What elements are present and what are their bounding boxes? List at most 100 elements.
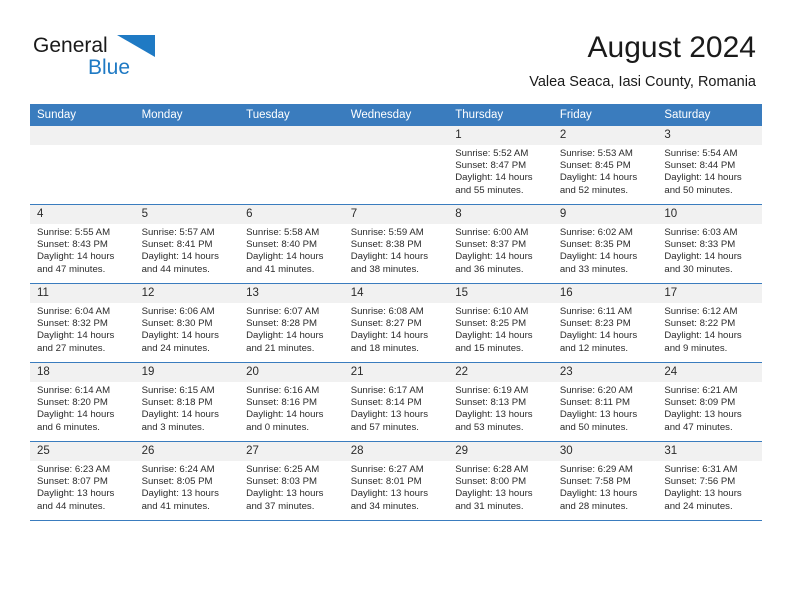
daylight-text-line2: and 3 minutes.: [141, 421, 205, 433]
sunrise-text: Sunrise: 6:19 AM: [455, 385, 529, 396]
daylight-text-line1: Daylight: 13 hours: [350, 409, 429, 421]
calendar-day-cell[interactable]: 30 Sunrise: 6:29 AM Sunset: 7:58 PM Dayligh…: [552, 441, 658, 521]
daylight-text-line2: and 24 minutes.: [141, 342, 210, 354]
sunset-text: Sunset: 8:38 PM: [350, 239, 422, 251]
sunset-text: Sunset: 8:14 PM: [350, 397, 422, 409]
day-number: 3: [657, 126, 762, 145]
calendar-day-cell[interactable]: 18 Sunrise: 6:14 AM Sunset: 8:20 PM Dayligh…: [30, 362, 135, 442]
calendar-day-cell[interactable]: 3 Sunrise: 5:54 AM Sunset: 8:44 PM Daylight…: [657, 126, 762, 205]
daylight-text-line1: Daylight: 14 hours: [455, 251, 533, 263]
daylight-text-line2: and 31 minutes.: [455, 500, 524, 512]
calendar-day-cell[interactable]: 26 Sunrise: 6:24 AM Sunset: 8:05 PM Dayligh…: [134, 441, 240, 521]
sunrise-text: Sunrise: 6:17 AM: [350, 385, 424, 396]
daylight-text-line1: Daylight: 14 hours: [664, 330, 742, 342]
sunset-text: Sunset: 8:30 PM: [141, 318, 213, 330]
daylight-text-line2: and 55 minutes.: [455, 184, 524, 196]
day-number: 25: [30, 442, 135, 461]
daylight-text-line1: Daylight: 13 hours: [37, 488, 115, 500]
calendar-day-cell[interactable]: 1 Sunrise: 5:52 AM Sunset: 8:47 PM Daylight…: [448, 126, 553, 205]
calendar-day-cell[interactable]: 19 Sunrise: 6:15 AM Sunset: 8:18 PM Dayligh…: [134, 362, 240, 442]
calendar-day-cell[interactable]: 9 Sunrise: 6:02 AM Sunset: 8:35 PM Daylight…: [552, 204, 658, 284]
day-details: Sunrise: 6:25 AM Sunset: 8:03 PM Daylight:…: [239, 461, 344, 513]
calendar-day-cell[interactable]: 5 Sunrise: 5:57 AM Sunset: 8:41 PM Daylight…: [134, 204, 240, 284]
calendar-day-cell[interactable]: 21 Sunrise: 6:17 AM Sunset: 8:14 PM Dayligh…: [343, 362, 449, 442]
calendar-day-cell[interactable]: 25 Sunrise: 6:23 AM Sunset: 8:07 PM Dayligh…: [30, 441, 135, 521]
sunrise-text: Sunrise: 6:03 AM: [664, 227, 738, 238]
calendar-day-cell[interactable]: 29 Sunrise: 6:28 AM Sunset: 8:00 PM Dayligh…: [448, 441, 553, 521]
sunrise-text: Sunrise: 6:25 AM: [246, 464, 320, 475]
calendar-day-cell[interactable]: 24 Sunrise: 6:21 AM Sunset: 8:09 PM Dayligh…: [657, 362, 762, 442]
calendar-header-row: Sunday Monday Tuesday Wednesday Thursday…: [30, 104, 762, 126]
day-number: 5: [134, 205, 240, 224]
sunrise-text: Sunrise: 6:08 AM: [350, 306, 424, 317]
daylight-text-line2: and 18 minutes.: [350, 342, 419, 354]
calendar-day-cell[interactable]: 17 Sunrise: 6:12 AM Sunset: 8:22 PM Dayligh…: [657, 283, 762, 363]
calendar-day-cell[interactable]: 7 Sunrise: 5:59 AM Sunset: 8:38 PM Daylight…: [343, 204, 449, 284]
calendar-day-cell[interactable]: 28 Sunrise: 6:27 AM Sunset: 8:01 PM Dayligh…: [343, 441, 449, 521]
calendar-day-cell[interactable]: 15 Sunrise: 6:10 AM Sunset: 8:25 PM Dayligh…: [448, 283, 553, 363]
daylight-text-line2: and 36 minutes.: [455, 263, 524, 275]
calendar-week-row: 11 Sunrise: 6:04 AM Sunset: 8:32 PM Dayligh…: [30, 283, 762, 363]
day-number: 26: [134, 442, 240, 461]
calendar-day-cell[interactable]: 2 Sunrise: 5:53 AM Sunset: 8:45 PM Daylight…: [552, 126, 658, 205]
day-number: 15: [448, 284, 553, 303]
day-number: 20: [239, 363, 344, 382]
daylight-text-line2: and 30 minutes.: [664, 263, 733, 275]
daylight-text-line2: and 52 minutes.: [559, 184, 629, 196]
calendar-day-cell[interactable]: 31 Sunrise: 6:31 AM Sunset: 7:56 PM Dayligh…: [657, 441, 762, 521]
calendar-day-cell[interactable]: 13 Sunrise: 6:07 AM Sunset: 8:28 PM Dayligh…: [239, 283, 344, 363]
day-number: 21: [343, 363, 449, 382]
daylight-text-line1: Daylight: 14 hours: [350, 330, 429, 342]
calendar-day-cell[interactable]: 20 Sunrise: 6:16 AM Sunset: 8:16 PM Dayligh…: [239, 362, 344, 442]
day-number: 27: [239, 442, 344, 461]
sunset-text: Sunset: 8:01 PM: [350, 476, 422, 488]
day-details: Sunrise: 5:54 AM Sunset: 8:44 PM Daylight:…: [657, 145, 762, 197]
calendar-day-cell[interactable]: 14 Sunrise: 6:08 AM Sunset: 8:27 PM Dayligh…: [343, 283, 449, 363]
calendar-day-cell[interactable]: 6 Sunrise: 5:58 AM Sunset: 8:40 PM Daylight…: [239, 204, 344, 284]
calendar-cell-empty: [239, 126, 344, 205]
sunset-text: Sunset: 8:00 PM: [455, 476, 527, 488]
day-details: Sunrise: 5:58 AM Sunset: 8:40 PM Daylight:…: [239, 224, 344, 276]
daylight-text-line1: Daylight: 14 hours: [455, 172, 533, 184]
calendar-day-cell[interactable]: 10 Sunrise: 6:03 AM Sunset: 8:33 PM Dayligh…: [657, 204, 762, 284]
sunset-text: Sunset: 8:11 PM: [559, 397, 631, 409]
day-number: [239, 126, 344, 145]
daylight-text-line1: Daylight: 14 hours: [350, 251, 429, 263]
daylight-text-line1: Daylight: 13 hours: [664, 409, 742, 421]
calendar-day-cell[interactable]: 11 Sunrise: 6:04 AM Sunset: 8:32 PM Dayligh…: [30, 283, 135, 363]
day-number: 18: [30, 363, 135, 382]
weekday-header-monday: Monday: [134, 104, 240, 126]
daylight-text-line2: and 28 minutes.: [559, 500, 629, 512]
sunrise-text: Sunrise: 6:23 AM: [37, 464, 111, 475]
day-number: 24: [657, 363, 762, 382]
calendar-day-cell[interactable]: 22 Sunrise: 6:19 AM Sunset: 8:13 PM Dayligh…: [448, 362, 553, 442]
day-details: Sunrise: 5:52 AM Sunset: 8:47 PM Daylight:…: [448, 145, 553, 197]
weekday-header-wednesday: Wednesday: [343, 104, 449, 126]
daylight-text-line1: Daylight: 14 hours: [37, 409, 115, 421]
calendar-day-cell[interactable]: 12 Sunrise: 6:06 AM Sunset: 8:30 PM Dayligh…: [134, 283, 240, 363]
sunset-text: Sunset: 8:27 PM: [350, 318, 422, 330]
day-details: Sunrise: 6:21 AM Sunset: 8:09 PM Daylight:…: [657, 382, 762, 434]
day-details: Sunrise: 6:07 AM Sunset: 8:28 PM Daylight:…: [239, 303, 344, 355]
sunset-text: Sunset: 8:47 PM: [455, 160, 527, 172]
calendar-week-row: 25 Sunrise: 6:23 AM Sunset: 8:07 PM Dayligh…: [30, 441, 762, 521]
sunrise-text: Sunrise: 6:24 AM: [141, 464, 215, 475]
calendar-day-cell[interactable]: 27 Sunrise: 6:25 AM Sunset: 8:03 PM Dayligh…: [239, 441, 344, 521]
day-details: Sunrise: 6:04 AM Sunset: 8:32 PM Daylight:…: [30, 303, 135, 355]
sunset-text: Sunset: 7:56 PM: [664, 476, 736, 488]
day-details: Sunrise: 6:23 AM Sunset: 8:07 PM Daylight:…: [30, 461, 135, 513]
daylight-text-line1: Daylight: 14 hours: [141, 409, 219, 421]
sunrise-text: Sunrise: 5:54 AM: [664, 148, 738, 159]
brand-name-blue: Blue: [88, 56, 131, 79]
calendar-day-cell[interactable]: 8 Sunrise: 6:00 AM Sunset: 8:37 PM Daylight…: [448, 204, 553, 284]
day-number: 16: [552, 284, 658, 303]
day-details: Sunrise: 6:17 AM Sunset: 8:14 PM Daylight:…: [344, 382, 449, 434]
daylight-text-line1: Daylight: 13 hours: [141, 488, 219, 500]
calendar-day-cell[interactable]: 23 Sunrise: 6:20 AM Sunset: 8:11 PM Dayligh…: [552, 362, 658, 442]
calendar-day-cell[interactable]: 16 Sunrise: 6:11 AM Sunset: 8:23 PM Dayligh…: [552, 283, 658, 363]
daylight-text-line2: and 53 minutes.: [455, 421, 524, 433]
daylight-text-line1: Daylight: 14 hours: [664, 251, 742, 263]
calendar-day-cell[interactable]: 4 Sunrise: 5:55 AM Sunset: 8:43 PM Daylight…: [30, 204, 135, 284]
daylight-text-line2: and 24 minutes.: [664, 500, 733, 512]
sunrise-text: Sunrise: 6:06 AM: [141, 306, 215, 317]
